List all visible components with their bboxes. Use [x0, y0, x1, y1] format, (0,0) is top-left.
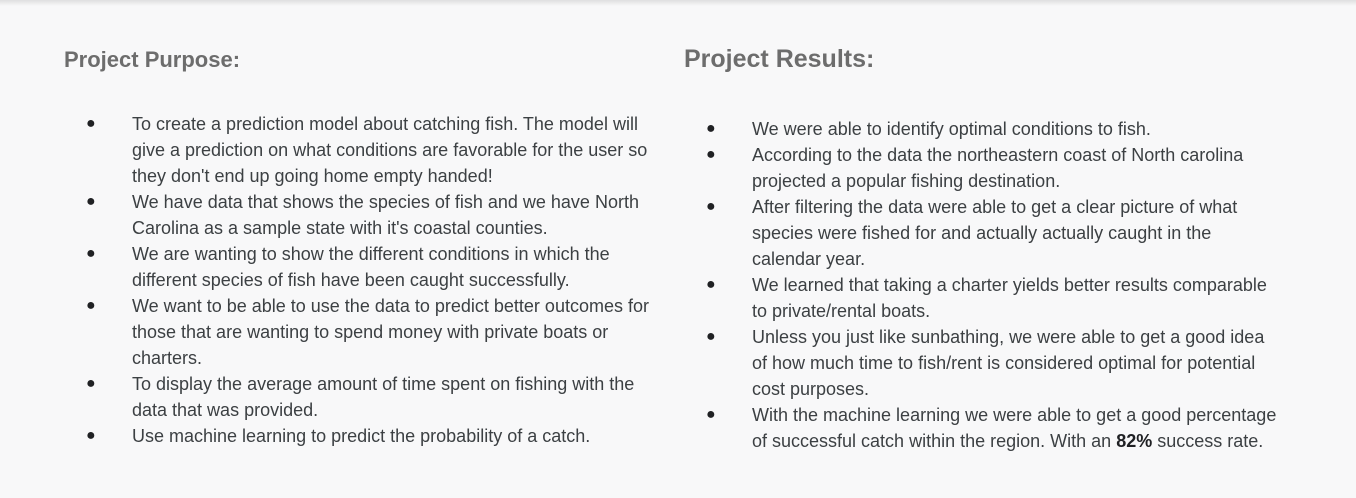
bullet-icon: ●	[86, 245, 96, 262]
list-item-text: We learned that taking a charter yields …	[752, 275, 1267, 321]
list-item-text: Unless you just like sunbathing, we were…	[752, 327, 1265, 399]
list-item: ● With the machine learning we were able…	[684, 402, 1282, 454]
list-item-text: We were able to identify optimal conditi…	[752, 119, 1151, 139]
project-purpose-heading: Project Purpose:	[64, 47, 241, 72]
project-results-list: ● We were able to identify optimal condi…	[684, 116, 1282, 454]
list-item-text: We want to be able to use the data to pr…	[132, 296, 649, 368]
bullet-icon: ●	[706, 198, 716, 215]
bullet-icon: ●	[706, 406, 716, 423]
list-item: ● Use machine learning to predict the pr…	[64, 423, 652, 449]
list-item-text: To create a prediction model about catch…	[132, 114, 648, 186]
list-item: ● We are wanting to show the different c…	[64, 241, 652, 293]
bullet-icon: ●	[86, 193, 96, 210]
list-item-text: We are wanting to show the different con…	[132, 244, 610, 290]
list-item-text: Use machine learning to predict the prob…	[132, 426, 591, 446]
bullet-icon: ●	[706, 276, 716, 293]
list-item-text: According to the data the northeastern c…	[752, 145, 1244, 191]
list-item-text: After filtering the data were able to ge…	[752, 197, 1238, 269]
list-item: ● To create a prediction model about cat…	[64, 111, 652, 189]
list-item: ● According to the data the northeastern…	[684, 142, 1282, 194]
list-item: ● We were able to identify optimal condi…	[684, 116, 1282, 142]
list-item-text: To display the average amount of time sp…	[132, 374, 635, 420]
bullet-icon: ●	[706, 120, 716, 137]
list-item: ● Unless you just like sunbathing, we we…	[684, 324, 1282, 402]
bullet-icon: ●	[86, 115, 96, 132]
list-item: ● To display the average amount of time …	[64, 371, 652, 423]
list-item: ● We have data that shows the species of…	[64, 189, 652, 241]
bullet-icon: ●	[706, 146, 716, 163]
top-shadow	[0, 0, 1356, 6]
list-item: ● After filtering the data were able to …	[684, 194, 1282, 272]
bullet-icon: ●	[706, 328, 716, 345]
bullet-icon: ●	[86, 375, 96, 392]
list-item: ● We learned that taking a charter yield…	[684, 272, 1282, 324]
list-item: ● We want to be able to use the data to …	[64, 293, 652, 371]
bullet-icon: ●	[86, 297, 96, 314]
list-item-text-suffix: success rate.	[1157, 431, 1264, 451]
project-results-heading: Project Results:	[684, 45, 875, 73]
list-item-text: We have data that shows the species of f…	[132, 192, 639, 238]
project-purpose-list: ● To create a prediction model about cat…	[64, 111, 652, 449]
bullet-icon: ●	[86, 427, 96, 444]
success-rate-value: 82%	[1116, 431, 1153, 451]
